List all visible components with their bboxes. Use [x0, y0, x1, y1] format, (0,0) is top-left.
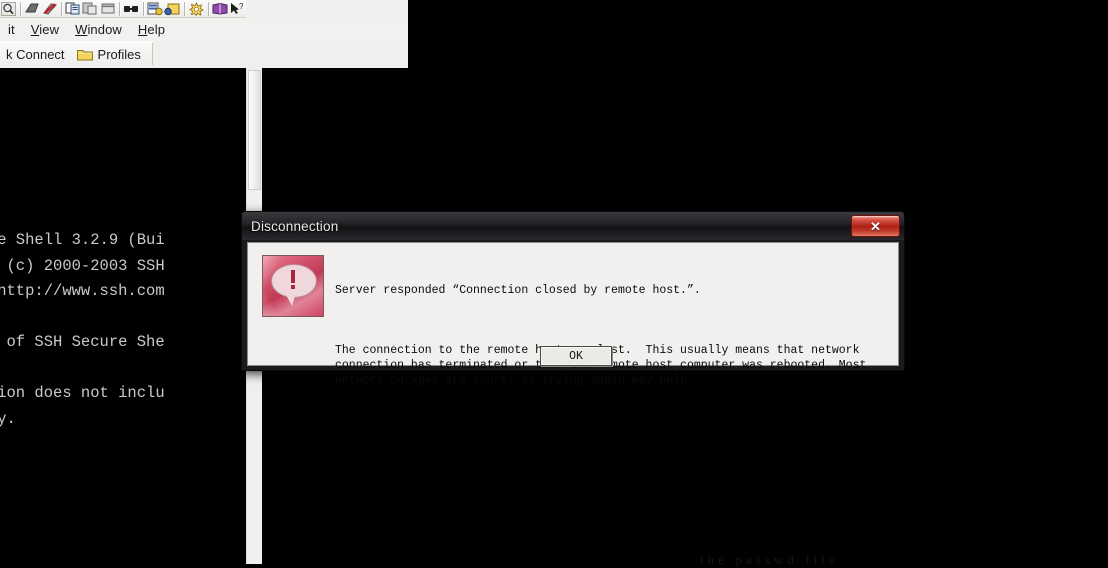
print-preview-icon[interactable]: [24, 0, 41, 17]
copy-icon[interactable]: [65, 0, 82, 17]
menu-item-view[interactable]: View: [23, 21, 67, 38]
quick-connect-button[interactable]: k Connect: [0, 45, 71, 64]
menu-item-help[interactable]: Help: [130, 21, 173, 38]
toolbar-separator: [207, 1, 209, 16]
connect-bar-empty-area: [152, 41, 408, 67]
exclamation-dot: [291, 285, 295, 289]
disconnection-dialog: Disconnection ✕ Server responded “Connec…: [241, 211, 905, 387]
profiles-button[interactable]: Profiles: [71, 45, 147, 64]
dialog-body: Server responded “Connection closed by r…: [247, 242, 899, 387]
terminal-pane[interactable]: ecure Shell 3.2.9 (Bui ight (c) 2000-200…: [0, 68, 246, 564]
terminal-output: ecure Shell 3.2.9 (Bui ight (c) 2000-200…: [0, 231, 165, 428]
window-icon[interactable]: [99, 0, 116, 17]
toolbar-separator: [119, 1, 120, 16]
help-pointer-icon[interactable]: ?: [229, 0, 246, 17]
ssh-client-window: ? it View Window Help k Connect Profiles: [0, 0, 408, 68]
svg-text:?: ?: [239, 2, 244, 11]
quick-connect-label: k Connect: [6, 46, 65, 62]
print-icon[interactable]: [41, 0, 58, 17]
toolbar-separator: [20, 1, 21, 16]
paste-icon[interactable]: [82, 0, 99, 17]
ok-button-label: OK: [569, 349, 583, 363]
dialog-message-line1: Server responded “Connection closed by r…: [335, 284, 701, 297]
scrollbar-thumb[interactable]: [248, 70, 261, 190]
close-icon[interactable]: ✕: [851, 215, 900, 237]
ok-button[interactable]: OK: [540, 346, 612, 366]
find-icon[interactable]: [123, 0, 140, 17]
desktop-backdrop-top: [408, 0, 1108, 68]
dialog-title: Disconnection: [251, 218, 339, 234]
terminal-faint-text: t h e p a s s w d f i l e: [700, 552, 836, 567]
folder-icon: [76, 48, 93, 61]
menu-item-edit[interactable]: it: [0, 21, 23, 38]
connect-bar: k Connect Profiles: [0, 41, 408, 67]
warning-exclamation-icon: [262, 255, 324, 317]
close-glyph: ✕: [870, 218, 881, 234]
settings-icon[interactable]: [188, 0, 205, 17]
search-icon[interactable]: [0, 0, 17, 17]
toolbar-separator: [143, 1, 144, 16]
download-file-icon[interactable]: [164, 0, 181, 17]
toolbar-separator: [183, 1, 185, 16]
toolbar: ?: [0, 0, 246, 18]
toolbar-separator: [61, 1, 62, 16]
upload-file-icon[interactable]: [147, 0, 164, 17]
exclamation-stem: [291, 270, 295, 283]
speech-bubble-tail: [285, 293, 296, 306]
menu-bar: it View Window Help: [0, 19, 408, 40]
book-icon[interactable]: [212, 0, 229, 17]
menu-item-window[interactable]: Window: [67, 21, 130, 38]
profiles-label: Profiles: [97, 46, 141, 62]
dialog-title-bar[interactable]: Disconnection ✕: [242, 212, 904, 240]
dialog-message-area: Server responded “Connection closed by r…: [335, 253, 885, 418]
